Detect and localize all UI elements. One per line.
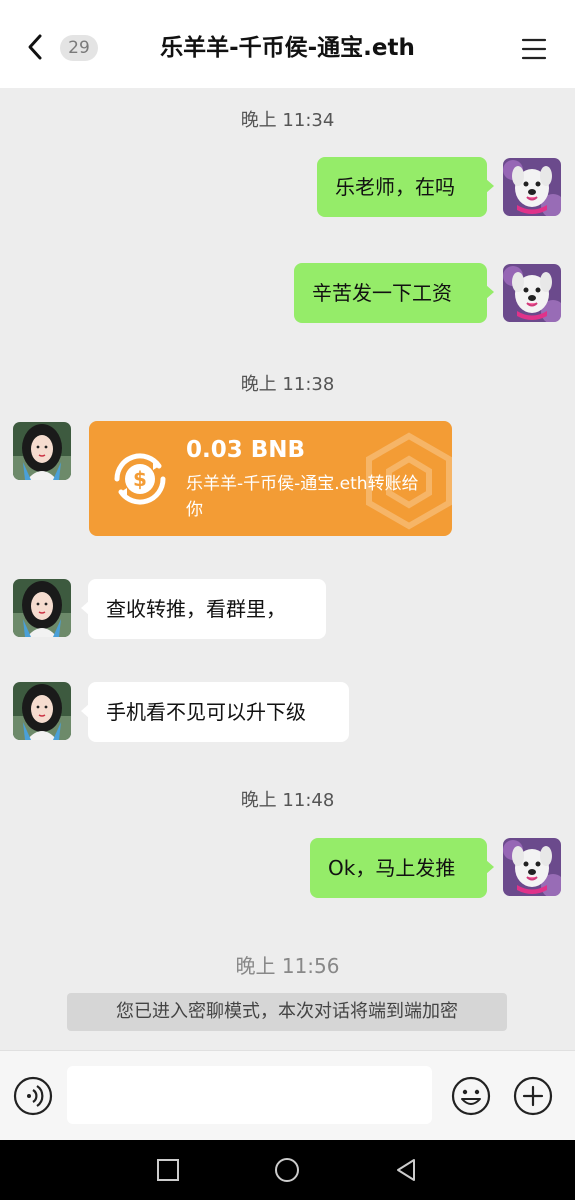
- contact-avatar[interactable]: [13, 682, 71, 740]
- dog-avatar-icon: [503, 158, 561, 216]
- contact-avatar[interactable]: [13, 579, 71, 637]
- voice-icon: [13, 1076, 53, 1116]
- menu-button[interactable]: [521, 36, 547, 62]
- outgoing-message[interactable]: Ok，马上发推: [310, 838, 494, 898]
- dog-avatar-icon: [503, 838, 561, 896]
- message-input[interactable]: [67, 1066, 432, 1124]
- dog-avatar-icon: [503, 264, 561, 322]
- back-button[interactable]: [22, 30, 48, 64]
- transfer-amount: 0.03 BNB: [186, 437, 306, 463]
- outgoing-message[interactable]: 辛苦发一下工资: [294, 263, 494, 323]
- square-icon: [157, 1159, 179, 1181]
- plus-icon: [513, 1076, 553, 1116]
- add-button[interactable]: [513, 1076, 553, 1116]
- timestamp: 晚上 11:48: [240, 790, 335, 811]
- outgoing-message[interactable]: 乐老师，在吗: [317, 157, 494, 217]
- chat-header: 29 乐羊羊-千币侯-通宝.eth: [0, 0, 575, 88]
- timestamp: 晚上 11:38: [240, 374, 335, 395]
- timestamp: 晚上 11:34: [240, 110, 335, 131]
- system-nav-bar: [0, 1140, 575, 1200]
- encryption-notice: 您已进入密聊模式，本次对话将端到端加密: [67, 993, 507, 1031]
- contact-avatar[interactable]: [13, 422, 71, 480]
- chat-title: 乐羊羊-千币侯-通宝.eth: [160, 35, 415, 61]
- back-nav-button[interactable]: [393, 1157, 419, 1183]
- menu-icon: [521, 38, 547, 60]
- svg-text:$: $: [133, 467, 147, 491]
- transfer-card[interactable]: $ 0.03 BNB 乐羊羊-千币侯-通宝.eth转账给你: [89, 421, 452, 536]
- input-bar: [0, 1050, 575, 1141]
- emoji-button[interactable]: [451, 1076, 491, 1116]
- girl-avatar-icon: [13, 682, 71, 740]
- transfer-description: 乐羊羊-千币侯-通宝.eth转账给你: [186, 474, 419, 520]
- my-avatar[interactable]: [503, 838, 561, 896]
- girl-avatar-icon: [13, 579, 71, 637]
- circle-icon: [275, 1158, 299, 1182]
- my-avatar[interactable]: [503, 264, 561, 322]
- timestamp: 晚上 11:56: [235, 954, 340, 978]
- my-avatar[interactable]: [503, 158, 561, 216]
- chevron-left-icon: [28, 34, 42, 60]
- home-button[interactable]: [274, 1157, 300, 1183]
- incoming-message[interactable]: 查收转推，看群里，: [81, 579, 326, 639]
- triangle-back-icon: [397, 1159, 415, 1181]
- currency-transfer-icon: $: [114, 453, 166, 505]
- emoji-icon: [451, 1076, 491, 1116]
- unread-count-badge[interactable]: 29: [60, 35, 98, 61]
- recents-button[interactable]: [155, 1157, 181, 1183]
- incoming-message[interactable]: 手机看不见可以升下级: [81, 682, 349, 742]
- voice-button[interactable]: [13, 1076, 53, 1116]
- girl-avatar-icon: [13, 422, 71, 480]
